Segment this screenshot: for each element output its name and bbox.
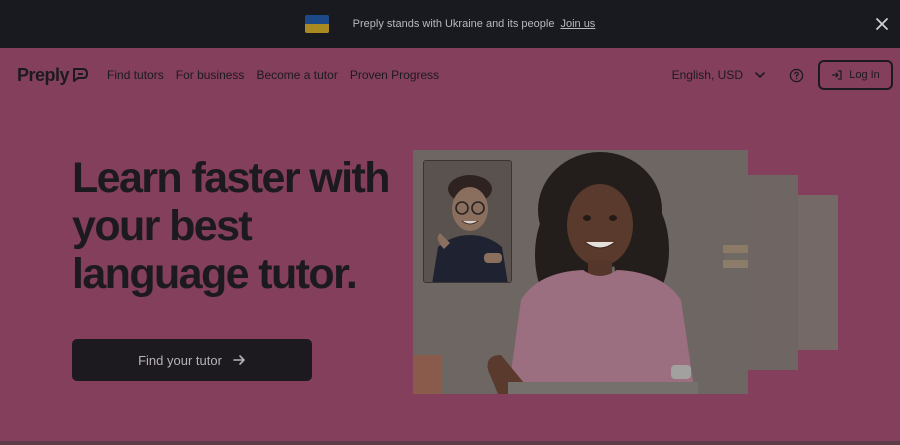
stacked-photo-card [798,195,838,350]
nav-right: English, USD Log In [672,60,893,90]
hero-headline: Learn faster with your best language tut… [72,154,390,298]
join-us-link[interactable]: Join us [560,18,595,30]
help-icon[interactable] [789,68,804,83]
login-label: Log In [849,69,880,81]
login-button[interactable]: Log In [818,60,893,90]
ukraine-banner: Preply stands with Ukraine and its peopl… [0,0,900,48]
preply-logo[interactable]: Preply [17,65,89,86]
divider [0,441,900,445]
main-nav: Preply Find tutors For business Become a… [0,48,900,102]
arrow-right-icon [233,355,245,365]
nav-link-become-tutor[interactable]: Become a tutor [256,68,337,82]
logo-mark-icon [73,68,89,82]
banner-text: Preply stands with Ukraine and its peopl… [352,18,555,30]
login-icon [832,70,842,80]
stacked-photo-card [745,175,798,370]
nav-link-for-business[interactable]: For business [176,68,245,82]
find-your-tutor-button[interactable]: Find your tutor [72,339,312,381]
language-selector[interactable]: English, USD [672,68,743,82]
student-video-thumbnail [423,160,512,283]
close-icon[interactable] [872,14,892,34]
nav-link-find-tutors[interactable]: Find tutors [107,68,164,82]
chevron-down-icon[interactable] [753,68,767,82]
cta-label: Find your tutor [138,352,222,368]
nav-link-proven-progress[interactable]: Proven Progress [350,68,439,82]
logo-text: Preply [17,64,70,85]
ukraine-flag-icon [304,15,329,33]
